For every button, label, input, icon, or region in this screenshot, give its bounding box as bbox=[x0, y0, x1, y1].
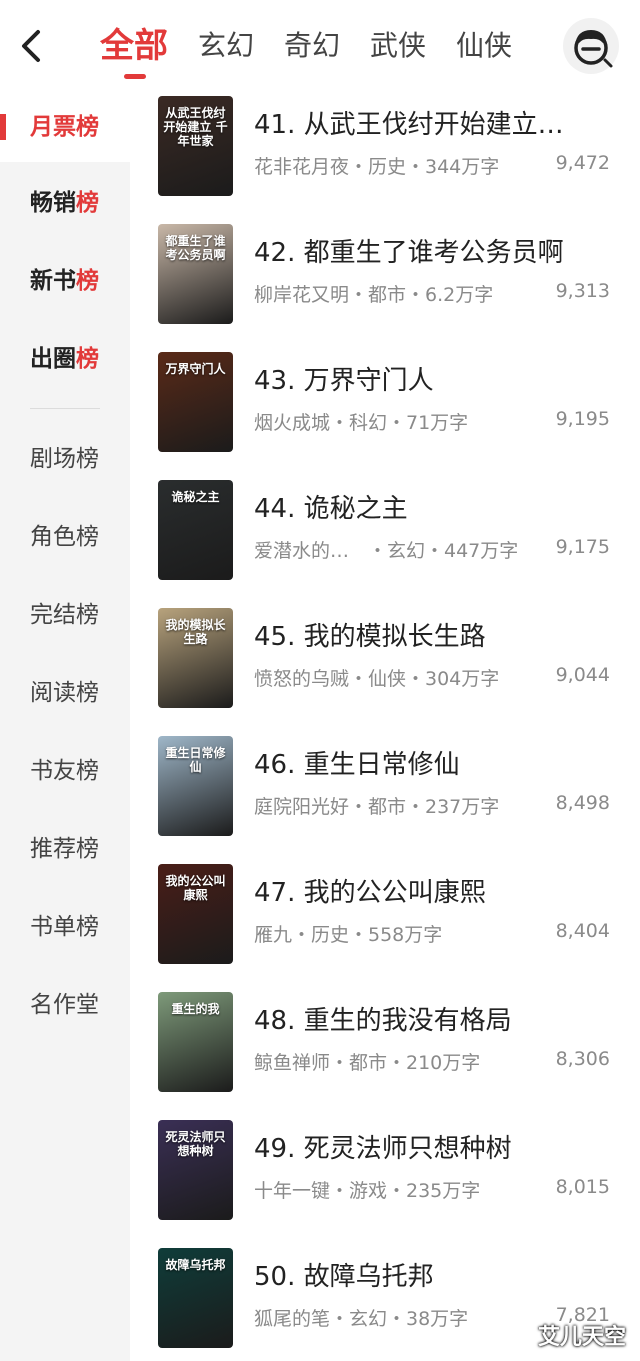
book-cover[interactable]: 我的公公叫康熙 bbox=[158, 864, 233, 964]
cover-title: 重生日常修仙 bbox=[165, 746, 226, 774]
list-item[interactable]: 我的公公叫康熙 47. 我的公公叫康熙 雁九・历史・558万字 8,404 bbox=[130, 862, 640, 990]
list-item[interactable]: 我的模拟长生路 45. 我的模拟长生路 愤怒的乌贼・仙侠・304万字 9,044 bbox=[130, 606, 640, 734]
sidebar-item-label: 出圈 bbox=[30, 346, 76, 372]
tab-xianxia[interactable]: 仙侠 bbox=[456, 22, 512, 70]
list-item[interactable]: 重生的我 48. 重生的我没有格局 鲸鱼禅师・都市・210万字 8,306 bbox=[130, 990, 640, 1118]
avatar[interactable] bbox=[563, 18, 619, 74]
sidebar-divider bbox=[30, 408, 100, 409]
book-cover[interactable]: 重生日常修仙 bbox=[158, 736, 233, 836]
vote-count: 9,313 bbox=[555, 280, 610, 302]
list-item[interactable]: 万界守门人 43. 万界守门人 烟火成城・科幻・71万字 9,195 bbox=[130, 350, 640, 478]
book-meta: 花非花月夜・历史・344万字 bbox=[254, 156, 500, 178]
book-title: 43. 万界守门人 bbox=[254, 366, 434, 396]
back-button[interactable] bbox=[14, 26, 50, 66]
sidebar-item-character[interactable]: 角色榜 bbox=[0, 502, 130, 572]
book-meta: 庭院阳光好・都市・237万字 bbox=[254, 796, 500, 818]
book-cover[interactable]: 故障乌托邦 bbox=[158, 1248, 233, 1348]
book-cover[interactable]: 死灵法师只想种树 bbox=[158, 1120, 233, 1220]
list-item[interactable]: 从武王伐纣开始建立 千年世家 41. 从武王伐纣开始建立… 花非花月夜・历史・3… bbox=[130, 94, 640, 222]
book-meta: 雁九・历史・558万字 bbox=[254, 924, 443, 946]
book-title: 45. 我的模拟长生路 bbox=[254, 622, 486, 652]
vote-count: 8,306 bbox=[555, 1048, 610, 1070]
cover-title: 死灵法师只想种树 bbox=[165, 1130, 226, 1158]
book-title: 41. 从武王伐纣开始建立… bbox=[254, 110, 564, 140]
list-item[interactable]: 重生日常修仙 46. 重生日常修仙 庭院阳光好・都市・237万字 8,498 bbox=[130, 734, 640, 862]
vote-count: 9,175 bbox=[555, 536, 610, 558]
book-title: 49. 死灵法师只想种树 bbox=[254, 1134, 512, 1164]
sidebar-item-label-accent: 榜 bbox=[76, 190, 99, 216]
cover-title: 诡秘之主 bbox=[171, 490, 220, 504]
cover-title: 我的模拟长生路 bbox=[165, 618, 226, 646]
cover-title: 万界守门人 bbox=[165, 362, 226, 376]
sidebar-item-recommend[interactable]: 推荐榜 bbox=[0, 814, 130, 884]
sidebar-item-readers[interactable]: 书友榜 bbox=[0, 736, 130, 806]
cover-title: 都重生了谁考公务员啊 bbox=[165, 234, 226, 262]
book-meta: 愤怒的乌贼・仙侠・304万字 bbox=[254, 668, 500, 690]
chevron-left-icon bbox=[22, 30, 40, 62]
sidebar-item-completed[interactable]: 完结榜 bbox=[0, 580, 130, 650]
tab-wuxia[interactable]: 武侠 bbox=[370, 22, 426, 70]
cover-title: 从武王伐纣开始建立 千年世家 bbox=[163, 106, 228, 148]
sidebar-item-bestseller[interactable]: 畅销榜 bbox=[0, 168, 130, 238]
top-bar: 全部 玄幻 奇幻 武侠 仙侠 bbox=[0, 0, 640, 92]
book-title: 44. 诡秘之主 bbox=[254, 494, 408, 524]
book-cover[interactable]: 重生的我 bbox=[158, 992, 233, 1092]
sidebar-item-booklist[interactable]: 书单榜 bbox=[0, 892, 130, 962]
book-meta: 柳岸花又明・都市・6.2万字 bbox=[254, 284, 494, 306]
book-meta: 鲸鱼禅师・都市・210万字 bbox=[254, 1052, 481, 1074]
sidebar-item-theater[interactable]: 剧场榜 bbox=[0, 424, 130, 494]
list-item[interactable]: 死灵法师只想种树 49. 死灵法师只想种树 十年一键・游戏・235万字 8,01… bbox=[130, 1118, 640, 1246]
book-cover[interactable]: 都重生了谁考公务员啊 bbox=[158, 224, 233, 324]
book-cover[interactable]: 万界守门人 bbox=[158, 352, 233, 452]
sidebar-item-new-books[interactable]: 新书榜 bbox=[0, 246, 130, 316]
sidebar-item-reading[interactable]: 阅读榜 bbox=[0, 658, 130, 728]
sidebar-item-label: 畅销 bbox=[30, 190, 76, 216]
ranking-sidebar: 月票榜 畅销榜 新书榜 出圈榜 剧场榜 角色榜 完结榜 阅读榜 书友榜 推荐榜 … bbox=[0, 92, 130, 1361]
book-title: 50. 故障乌托邦 bbox=[254, 1262, 434, 1292]
sidebar-item-label-accent: 榜 bbox=[76, 346, 99, 372]
vote-count: 8,404 bbox=[555, 920, 610, 942]
sidebar-item-classics[interactable]: 名作堂 bbox=[0, 970, 130, 1040]
vote-count: 8,498 bbox=[555, 792, 610, 814]
sidebar-item-breakout[interactable]: 出圈榜 bbox=[0, 324, 130, 394]
book-meta: 烟火成城・科幻・71万字 bbox=[254, 412, 469, 434]
cover-title: 故障乌托邦 bbox=[165, 1258, 226, 1272]
book-title: 46. 重生日常修仙 bbox=[254, 750, 460, 780]
user-avatar-icon bbox=[574, 30, 613, 68]
book-cover[interactable]: 我的模拟长生路 bbox=[158, 608, 233, 708]
vote-count: 9,472 bbox=[555, 152, 610, 174]
sidebar-item-label-accent: 榜 bbox=[76, 268, 99, 294]
book-meta: 爱潜水的… ・玄幻・447万字 bbox=[254, 540, 519, 562]
category-tabs: 全部 玄幻 奇幻 武侠 仙侠 bbox=[100, 22, 542, 79]
book-title: 42. 都重生了谁考公务员啊 bbox=[254, 238, 564, 268]
sidebar-item-label: 新书 bbox=[30, 268, 76, 294]
book-title: 47. 我的公公叫康熙 bbox=[254, 878, 486, 908]
vote-count: 9,195 bbox=[555, 408, 610, 430]
tab-xuanhuan[interactable]: 玄幻 bbox=[198, 22, 254, 70]
book-cover[interactable]: 诡秘之主 bbox=[158, 480, 233, 580]
vote-count: 9,044 bbox=[555, 664, 610, 686]
list-item[interactable]: 都重生了谁考公务员啊 42. 都重生了谁考公务员啊 柳岸花又明・都市・6.2万字… bbox=[130, 222, 640, 350]
tab-qihuan[interactable]: 奇幻 bbox=[284, 22, 340, 70]
cover-title: 重生的我 bbox=[171, 1002, 220, 1016]
book-meta: 狐尾的笔・玄幻・38万字 bbox=[254, 1308, 469, 1330]
tab-all[interactable]: 全部 bbox=[100, 22, 168, 79]
list-item[interactable]: 诡秘之主 44. 诡秘之主 爱潜水的… ・玄幻・447万字 9,175 bbox=[130, 478, 640, 606]
book-title: 48. 重生的我没有格局 bbox=[254, 1006, 512, 1036]
vote-count: 8,015 bbox=[555, 1176, 610, 1198]
sidebar-item-monthly-ticket[interactable]: 月票榜 bbox=[0, 92, 130, 162]
book-cover[interactable]: 从武王伐纣开始建立 千年世家 bbox=[158, 96, 233, 196]
watermark: 艾儿天空 bbox=[537, 1325, 626, 1350]
book-meta: 十年一键・游戏・235万字 bbox=[254, 1180, 481, 1202]
cover-title: 我的公公叫康熙 bbox=[165, 874, 226, 902]
